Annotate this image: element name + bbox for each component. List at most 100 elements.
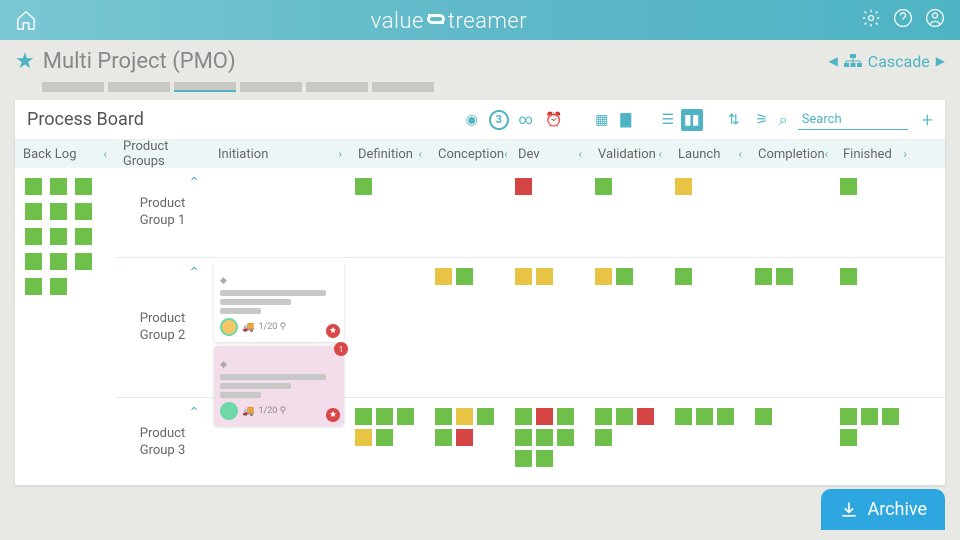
task-item[interactable] (755, 408, 772, 425)
sort-icon[interactable]: ⇅ (723, 109, 745, 131)
column-header[interactable]: Back Log‹ (15, 140, 115, 168)
gear-icon[interactable] (861, 8, 881, 32)
task-item[interactable] (515, 408, 532, 425)
task-item[interactable] (376, 429, 393, 446)
task-item[interactable] (456, 429, 473, 446)
backlog-item[interactable] (75, 253, 92, 270)
column-header[interactable]: Product Groups (115, 140, 210, 168)
task-item[interactable] (616, 408, 633, 425)
tab[interactable] (108, 82, 170, 92)
count-badge[interactable]: 3 (489, 110, 509, 130)
task-item[interactable] (536, 268, 553, 285)
column-header[interactable]: Conception‹ (430, 140, 510, 168)
archive-button[interactable]: Archive (821, 489, 945, 530)
backlog-item[interactable] (75, 178, 92, 195)
star-icon[interactable]: ★ (15, 49, 35, 74)
task-item[interactable] (355, 178, 372, 195)
tab[interactable] (42, 82, 104, 92)
backlog-item[interactable] (25, 278, 42, 295)
grid-icon[interactable]: ▦ (591, 109, 613, 131)
list-icon[interactable]: ☰ (657, 109, 679, 131)
column-icon[interactable]: ▮▮ (681, 109, 703, 131)
column-header[interactable]: Definition‹ (350, 140, 430, 168)
home-icon[interactable] (15, 9, 37, 31)
collapse-icon[interactable]: ⌃ (188, 174, 200, 192)
backlog-item[interactable] (50, 228, 67, 245)
backlog-item[interactable] (25, 203, 42, 220)
column-header[interactable]: Completion‹ (750, 140, 835, 168)
task-item[interactable] (435, 268, 452, 285)
task-item[interactable] (355, 429, 372, 446)
task-item[interactable] (675, 178, 692, 195)
column-header[interactable]: Initiation› (210, 140, 350, 168)
task-item[interactable] (536, 450, 553, 467)
add-button[interactable]: + (922, 108, 933, 132)
tab-active[interactable] (174, 82, 236, 92)
clock-icon[interactable]: ⏰ (543, 109, 565, 131)
collapse-icon[interactable]: ⌃ (188, 404, 200, 422)
task-item[interactable] (456, 268, 473, 285)
task-item[interactable] (435, 429, 452, 446)
task-item[interactable] (477, 408, 494, 425)
task-item[interactable] (840, 429, 857, 446)
product-group-label[interactable]: ⌃Product Group 1 (115, 168, 210, 257)
task-item[interactable] (717, 408, 734, 425)
task-item[interactable] (595, 429, 612, 446)
task-item[interactable] (840, 268, 857, 285)
task-item[interactable] (755, 268, 772, 285)
task-item[interactable] (840, 408, 857, 425)
backlog-item[interactable] (75, 228, 92, 245)
task-item[interactable] (840, 178, 857, 195)
backlog-item[interactable] (25, 253, 42, 270)
task-item[interactable] (355, 408, 372, 425)
column-header[interactable]: Launch‹ (670, 140, 750, 168)
tab[interactable] (372, 82, 434, 92)
task-item[interactable] (515, 450, 532, 467)
backlog-item[interactable] (25, 228, 42, 245)
search-input[interactable] (798, 110, 908, 130)
task-item[interactable] (675, 268, 692, 285)
task-item[interactable] (675, 408, 692, 425)
task-item[interactable] (595, 268, 612, 285)
column-header[interactable]: Finished› (835, 140, 915, 168)
user-icon[interactable] (925, 8, 945, 32)
backlog-item[interactable] (50, 203, 67, 220)
task-item[interactable] (536, 408, 553, 425)
backlog-item[interactable] (50, 178, 67, 195)
tab[interactable] (240, 82, 302, 92)
backlog-item[interactable] (25, 178, 42, 195)
product-group-label[interactable]: ⌃Product Group 3 (115, 398, 210, 485)
task-item[interactable] (861, 408, 878, 425)
backlog-item[interactable] (50, 278, 67, 295)
infinity-icon[interactable]: ∞ (515, 109, 537, 131)
task-item[interactable] (557, 408, 574, 425)
backlog-item[interactable] (50, 253, 67, 270)
task-item[interactable] (595, 178, 612, 195)
tab[interactable] (306, 82, 368, 92)
task-item[interactable] (637, 408, 654, 425)
help-icon[interactable] (893, 8, 913, 32)
task-card[interactable]: ◆🚚1/20 ⚲ (214, 262, 344, 342)
task-item[interactable] (536, 429, 553, 446)
column-header[interactable]: Validation‹ (590, 140, 670, 168)
task-item[interactable] (882, 408, 899, 425)
card-icon[interactable]: ▇ (615, 109, 637, 131)
task-item[interactable] (456, 408, 473, 425)
collapse-icon[interactable]: ⌃ (188, 264, 200, 282)
task-item[interactable] (515, 429, 532, 446)
task-item[interactable] (776, 268, 793, 285)
target-icon[interactable]: ◉ (461, 109, 483, 131)
task-item[interactable] (595, 408, 612, 425)
task-item[interactable] (397, 408, 414, 425)
task-item[interactable] (515, 178, 532, 195)
task-item[interactable] (696, 408, 713, 425)
filter-icon[interactable]: ⚞ (751, 109, 773, 131)
task-item[interactable] (435, 408, 452, 425)
backlog-item[interactable] (75, 203, 92, 220)
task-item[interactable] (557, 429, 574, 446)
cascade-button[interactable]: ◀ Cascade ▶ (829, 52, 945, 71)
task-item[interactable] (616, 268, 633, 285)
column-header[interactable]: Dev‹ (510, 140, 590, 168)
product-group-label[interactable]: ⌃Product Group 2 (115, 258, 210, 397)
task-item[interactable] (376, 408, 393, 425)
